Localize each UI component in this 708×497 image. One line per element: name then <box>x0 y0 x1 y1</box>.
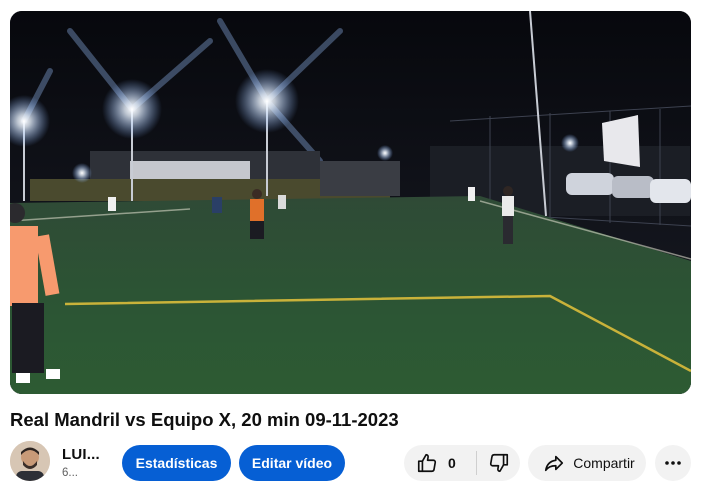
edit-video-button[interactable]: Editar vídeo <box>239 445 345 481</box>
video-player[interactable] <box>10 11 691 394</box>
more-actions-button[interactable] <box>655 445 691 481</box>
share-button[interactable]: Compartir <box>528 445 646 481</box>
thumbs-up-icon <box>416 452 438 474</box>
avatar-image <box>10 441 50 481</box>
channel-avatar[interactable] <box>10 441 50 481</box>
thumbs-down-icon <box>488 452 510 474</box>
subscriber-count: 6... <box>62 467 78 479</box>
like-button[interactable]: 0 <box>404 445 476 481</box>
like-count: 0 <box>448 455 456 471</box>
like-dislike-bar: 0 <box>404 445 520 481</box>
share-label: Compartir <box>573 455 635 471</box>
dislike-button[interactable] <box>477 445 520 481</box>
share-arrow-icon <box>543 452 565 474</box>
video-frame-football-field <box>10 11 691 394</box>
more-horizontal-icon <box>663 453 683 473</box>
video-title: Real Mandril vs Equipo X, 20 min 09-11-2… <box>10 409 399 430</box>
stats-button[interactable]: Estadísticas <box>122 445 231 481</box>
channel-name[interactable]: LUI... <box>62 446 100 463</box>
